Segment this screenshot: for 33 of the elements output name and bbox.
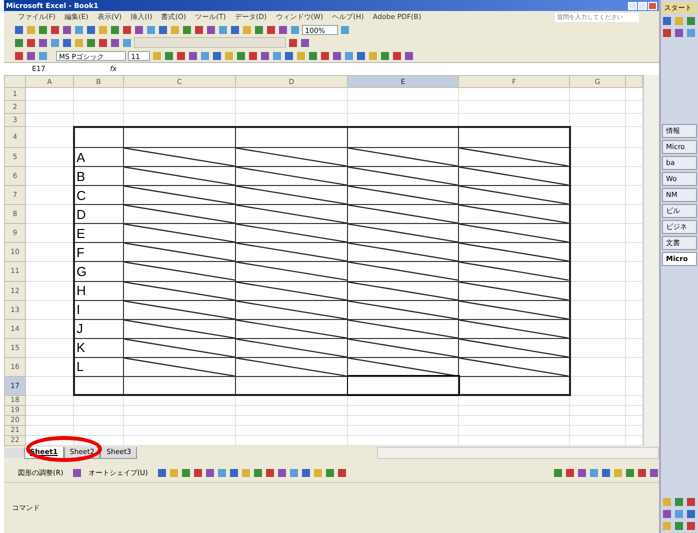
- cell-text: H: [76, 283, 86, 298]
- toolbar-icon[interactable]: [204, 468, 215, 478]
- toolbar-icon[interactable]: [252, 468, 263, 478]
- cell-text: B: [76, 168, 86, 184]
- close-button[interactable]: [648, 2, 657, 10]
- toolbar-icon[interactable]: [192, 468, 203, 478]
- cell-text: A: [76, 150, 86, 165]
- toolbar-icon[interactable]: [156, 468, 167, 478]
- toolbar-icon[interactable]: [216, 468, 227, 478]
- cell-text: L: [76, 359, 84, 374]
- maximize-button[interactable]: [638, 2, 647, 10]
- toolbar-icon[interactable]: [180, 468, 191, 478]
- toolbar-icon[interactable]: [324, 468, 335, 478]
- toolbar-icon[interactable]: [300, 468, 311, 478]
- vertical-scrollbar[interactable]: [643, 75, 659, 446]
- toolbar-icon[interactable]: [72, 468, 82, 478]
- cell-text: K: [76, 340, 86, 356]
- toolbar-icon[interactable]: [336, 468, 347, 478]
- cell-text: D: [76, 206, 86, 222]
- horizontal-scrollbar[interactable]: [377, 447, 659, 459]
- toolbar-icon[interactable]: [276, 468, 287, 478]
- toolbar-icon[interactable]: [228, 468, 239, 478]
- cell-text: F: [76, 244, 84, 260]
- toolbar-icon[interactable]: [264, 468, 275, 478]
- reply-field[interactable]: [134, 37, 286, 48]
- toolbar-icon[interactable]: [340, 24, 350, 34]
- toolbar-icon[interactable]: [288, 468, 299, 478]
- minimize-button[interactable]: [628, 2, 637, 10]
- cell-text: C: [76, 188, 86, 203]
- cell-text: I: [76, 302, 80, 318]
- cell-text: G: [76, 264, 87, 279]
- cell-text: J: [76, 321, 83, 336]
- cell-text: E: [76, 226, 86, 241]
